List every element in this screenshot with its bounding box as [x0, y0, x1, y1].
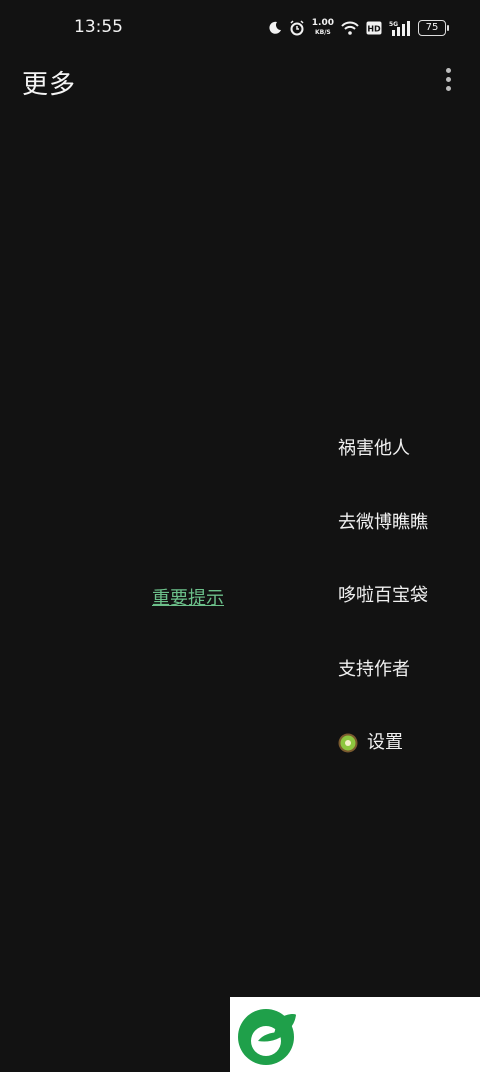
menu-item-harm-others[interactable]: 祸害他人 [338, 436, 428, 510]
menu-item-label: 祸害他人 [338, 438, 410, 459]
menu-item-label: 设置 [367, 732, 403, 753]
net-speed: 1.00 KB/S [312, 19, 334, 37]
important-notice-link[interactable]: 重要提示 [152, 584, 224, 610]
kiwi-icon [338, 733, 358, 753]
menu-item-label: 支持作者 [338, 658, 410, 680]
hd-icon: HD [366, 21, 382, 35]
signal-icon: 5G [389, 21, 410, 36]
menu-item-label: 哆啦百宝袋 [338, 585, 428, 606]
alarm-icon [290, 20, 304, 36]
more-options-button[interactable] [434, 66, 462, 94]
status-icons: 1.00 KB/S HD 5G 75 [268, 18, 449, 38]
status-time: 13:55 [74, 17, 123, 37]
menu-item-doraemon-pocket[interactable]: 哆啦百宝袋 [338, 583, 428, 657]
dot-icon [446, 86, 451, 91]
wifi-icon [341, 21, 359, 35]
leaf-logo-icon [238, 1009, 296, 1065]
menu-item-support-author[interactable]: 支持作者 [338, 657, 428, 731]
menu-item-weibo[interactable]: 去微博瞧瞧 [338, 510, 428, 584]
watermark-overlay [230, 997, 480, 1072]
moon-icon [269, 21, 281, 34]
hd-label: HD [367, 25, 381, 34]
dot-icon [446, 77, 451, 82]
net-speed-value: 1.00 [311, 18, 334, 28]
menu-item-label: 去微博瞧瞧 [338, 511, 428, 533]
net-speed-unit: KB/S [315, 29, 331, 36]
status-bar: 13:55 1.00 KB/S HD 5G 75 [0, 0, 480, 56]
popup-menu: 祸害他人 去微博瞧瞧 哆啦百宝袋 支持作者 设置 [338, 436, 428, 804]
signal-label: 5G [389, 21, 398, 28]
page-title: 更多 [22, 70, 77, 100]
battery-indicator: 75 [418, 20, 449, 36]
dot-icon [446, 68, 451, 73]
menu-item-settings[interactable]: 设置 [338, 730, 428, 804]
app-bar: 更多 [0, 56, 480, 112]
